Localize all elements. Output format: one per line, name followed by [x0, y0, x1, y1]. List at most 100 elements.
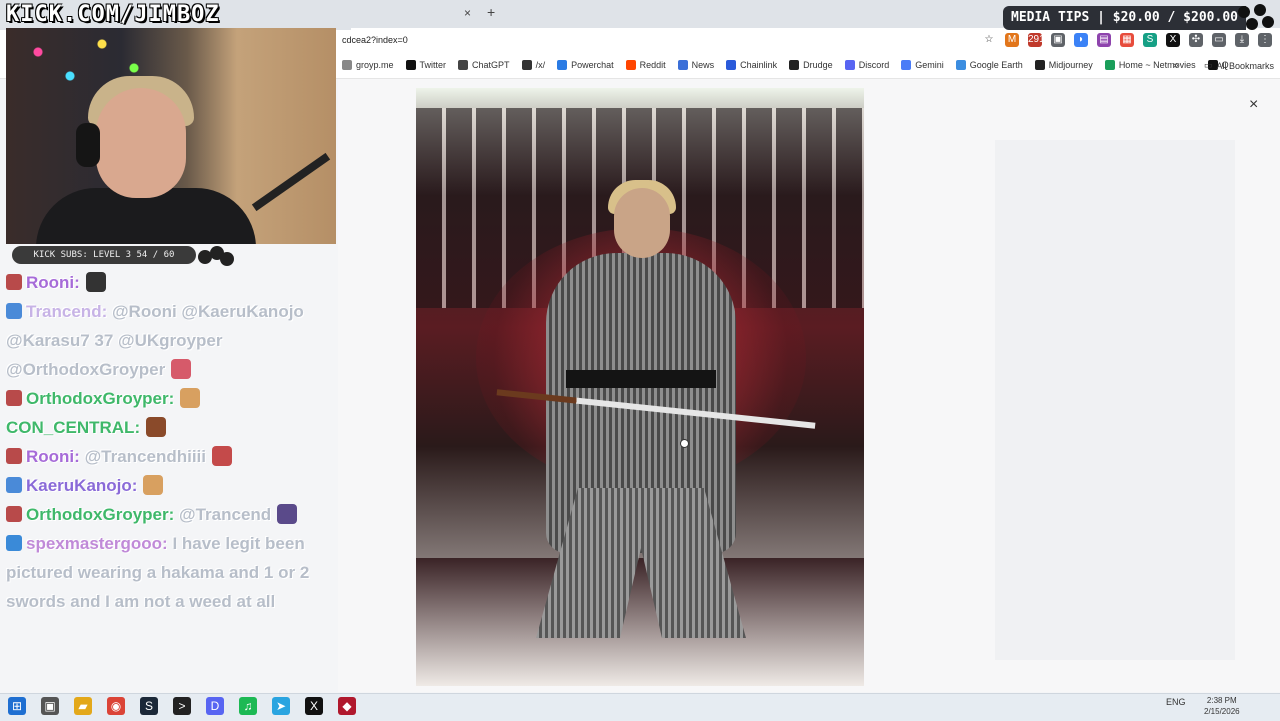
- microphone-arm: [251, 152, 331, 212]
- capcut-icon[interactable]: ◆: [338, 697, 356, 715]
- chrome-icon[interactable]: ◉: [107, 697, 125, 715]
- bookmark-item[interactable]: Twitter: [405, 60, 447, 70]
- bookmarks-overflow-button[interactable]: »: [1173, 60, 1179, 71]
- bookmark-label: /x/: [535, 60, 546, 70]
- telegram-icon[interactable]: ➤: [272, 697, 290, 715]
- file-explorer-icon[interactable]: ▰: [74, 697, 92, 715]
- taskbar-icons: ⊞ ▣ ▰ ◉ S > D ♫ ➤ X ◆: [8, 697, 356, 715]
- link-icon: [342, 60, 352, 70]
- ext-icon[interactable]: ◗: [1074, 33, 1088, 47]
- bookmark-item[interactable]: Reddit: [625, 60, 666, 70]
- chat-emote-icon: [212, 446, 232, 466]
- bookmark-item[interactable]: Home ~ Netmovies: [1104, 60, 1196, 70]
- chat-text: @Trancendhiiii: [84, 447, 206, 466]
- extension-icons: ☆ M 291 ▣ ◗ ▤ ▦ S X ✣ ▭ ⤓ ⋮: [982, 33, 1272, 47]
- chat-username: CON_CENTRAL:: [6, 418, 141, 437]
- drudge-icon: [789, 60, 800, 70]
- chat-badge-icon: [6, 274, 22, 290]
- kick-logo-icon: [1238, 4, 1276, 32]
- chat-badge-icon: [6, 477, 22, 493]
- chat-message: OrthodoxGroyper: @Trancend: [6, 500, 356, 529]
- bookmark-item[interactable]: Chainlink: [726, 60, 777, 70]
- chat-text: @Trancend: [179, 505, 272, 524]
- taskbar-clock[interactable]: 2:38 PM 2/15/2026: [1204, 695, 1240, 717]
- discord-icon[interactable]: D: [206, 697, 224, 715]
- system-tray: ENG: [1166, 697, 1186, 707]
- ext-icon[interactable]: ▦: [1120, 33, 1134, 47]
- sidepanel-icon[interactable]: ▭: [1212, 33, 1226, 47]
- chat-overlay: Rooni: Trancend: @Rooni @KaeruKanojo @Kar…: [6, 268, 356, 693]
- chat-badge-icon: [6, 506, 22, 522]
- clock-time: 2:38 PM: [1206, 696, 1237, 705]
- chat-message: spexmastergooo: I have legit been pictur…: [6, 529, 356, 616]
- bookmark-label: groyp.me: [356, 60, 394, 70]
- subs-logo-icon: [198, 246, 236, 268]
- terminal-icon[interactable]: >: [173, 697, 191, 715]
- chat-username: OrthodoxGroyper:: [26, 505, 175, 524]
- chat-username: KaeruKanojo:: [26, 476, 138, 495]
- midjourney-icon: [1034, 60, 1045, 70]
- channel-banner: KICK.COM/JIMBOZ: [0, 0, 351, 30]
- all-bookmarks-label: All Bookmarks: [1216, 60, 1275, 71]
- bookmark-item[interactable]: groyp.me: [342, 60, 394, 70]
- ext-icon[interactable]: ▣: [1051, 33, 1065, 47]
- chainlink-icon: [726, 60, 737, 70]
- x-ext-icon[interactable]: X: [1166, 33, 1180, 47]
- address-bar[interactable]: cdcea2?index=0: [342, 35, 408, 45]
- menu-icon[interactable]: ⋮: [1258, 33, 1272, 47]
- ext-icon[interactable]: S: [1143, 33, 1157, 47]
- tab-close-button[interactable]: ×: [464, 6, 471, 20]
- bookmark-item[interactable]: Midjourney: [1034, 60, 1093, 70]
- clock-date: 2/15/2026: [1204, 707, 1240, 716]
- figure-belt: [566, 370, 716, 388]
- bookmark-label: Twitter: [419, 60, 447, 70]
- chatgpt-icon: [458, 60, 469, 70]
- bookmark-item[interactable]: Google Earth: [955, 60, 1023, 70]
- mouse-cursor-icon: [680, 439, 689, 448]
- puzzle-icon[interactable]: ✣: [1189, 33, 1203, 47]
- bookmark-label: ChatGPT: [472, 60, 510, 70]
- bookmark-item[interactable]: Gemini: [901, 60, 944, 70]
- headset-icon: [76, 123, 100, 167]
- bookmark-label: Gemini: [915, 60, 944, 70]
- language-indicator[interactable]: ENG: [1166, 697, 1186, 707]
- bookmark-item[interactable]: Powerchat: [557, 60, 614, 70]
- steam-icon[interactable]: S: [140, 697, 158, 715]
- bookmark-item[interactable]: ChatGPT: [458, 60, 510, 70]
- figure-head: [614, 188, 670, 258]
- bookmark-item[interactable]: Discord: [844, 60, 890, 70]
- chat-emote-icon: [143, 475, 164, 495]
- chat-badge-icon: [6, 390, 22, 406]
- ext-icon[interactable]: ▤: [1097, 33, 1111, 47]
- image-ground: [416, 558, 864, 686]
- chat-username: Trancend:: [26, 302, 108, 321]
- viewer-image: [416, 88, 864, 686]
- x-icon: [405, 60, 416, 70]
- chat-username: spexmastergooo:: [26, 534, 168, 553]
- all-bookmarks-button[interactable]: ▭ All Bookmarks: [1204, 60, 1274, 71]
- calendar-icon[interactable]: 291: [1028, 33, 1045, 47]
- bookmark-item[interactable]: /x/: [521, 60, 546, 70]
- spotify-icon[interactable]: ♫: [239, 697, 257, 715]
- task-view-icon[interactable]: ▣: [41, 697, 59, 715]
- x-icon[interactable]: X: [305, 697, 323, 715]
- chat-badge-icon: [6, 448, 22, 464]
- chat-emote-icon: [85, 272, 106, 292]
- windows-start-icon[interactable]: ⊞: [8, 697, 26, 715]
- grid-icon: [521, 60, 532, 70]
- metamask-icon[interactable]: M: [1005, 33, 1019, 47]
- bookmark-item[interactable]: Drudge: [789, 60, 833, 70]
- bookmark-label: Chainlink: [740, 60, 778, 70]
- bookmark-item[interactable]: News: [677, 60, 714, 70]
- viewer-close-button[interactable]: ×: [1249, 96, 1258, 114]
- discord-icon: [844, 60, 855, 70]
- star-icon[interactable]: ☆: [982, 33, 996, 47]
- chat-username: OrthodoxGroyper:: [26, 389, 175, 408]
- chat-message: OrthodoxGroyper:: [6, 384, 356, 413]
- chat-message: Rooni: @Trancendhiiii: [6, 442, 356, 471]
- chat-message: KaeruKanojo:: [6, 471, 356, 500]
- new-tab-button[interactable]: +: [487, 4, 495, 20]
- download-icon[interactable]: ⤓: [1235, 33, 1249, 47]
- news-icon: [677, 60, 688, 70]
- bookmark-label: Discord: [858, 60, 890, 70]
